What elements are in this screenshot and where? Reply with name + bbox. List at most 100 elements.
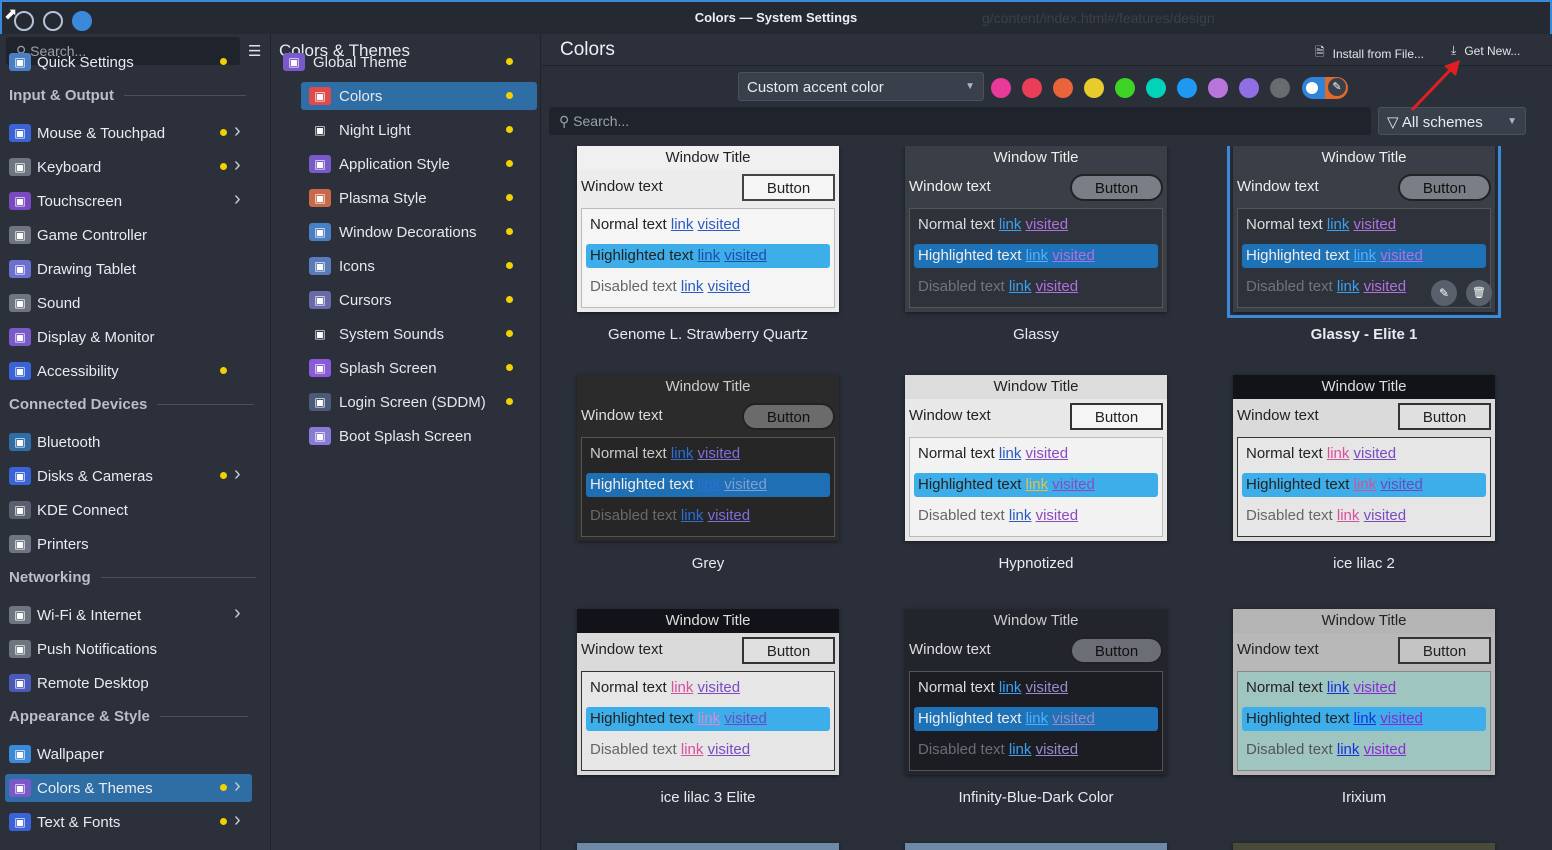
preview-view-area: Normal text link visited Highlighted text… [581,208,835,308]
accent-swatch[interactable] [1270,78,1290,98]
color-scheme-card[interactable]: Window Title Window text Button Normal text… [577,146,839,312]
sidebar-item-quick-settings[interactable]: ▣ Quick Settings [5,48,252,76]
preview-window-row: Window text Button [905,633,1167,667]
subcategory-item-label: Global Theme [313,53,407,71]
sidebar-item-keyboard[interactable]: ▣ Keyboard › [5,153,252,181]
color-scheme-card[interactable]: Window Title Window text Button Normal text… [1227,146,1501,318]
preview-link: link [1008,278,1032,295]
accent-swatch[interactable] [1177,78,1197,98]
sidebar-item-disks-cameras[interactable]: ▣ Disks & Cameras › [5,462,252,490]
annotation-arrow-icon [1410,60,1460,112]
scheme-search-input[interactable]: ⚲ Search... [549,107,1371,135]
color-scheme-card[interactable]: Window Title Window text Button Normal text… [577,375,839,541]
preview-disabled-text-line: Disabled text link visited [586,504,830,528]
subcategory-item-plasma-style[interactable]: ▣ Plasma Style [301,184,537,212]
preview-link: link [697,476,721,493]
accent-swatch[interactable] [1239,78,1259,98]
color-scheme-card[interactable]: Window Title Window text Button Normal text… [1233,375,1495,541]
edit-scheme-button[interactable]: ✎ [1431,280,1457,306]
preview-disabled-text: Disabled text [1246,278,1333,295]
get-new-button[interactable]: ⤓ Get New... [1451,43,1520,58]
sidebar-item-push-notifications[interactable]: ▣ Push Notifications [5,635,252,663]
sidebar-item-accessibility[interactable]: ▣ Accessibility [5,357,252,385]
preview-link: link [1008,507,1032,524]
sidebar-item-game-controller[interactable]: ▣ Game Controller [5,221,252,249]
accent-swatch[interactable] [1208,78,1228,98]
preview-view-area: Normal text link visited Highlighted text… [909,671,1163,771]
preview-disabled-text-line: Disabled text link visited [1242,738,1486,762]
display-icon: ▣ [9,328,31,346]
preview-button: Button [742,637,835,664]
window-title: Colors — System Settings [694,10,858,25]
sidebar-item-remote-desktop[interactable]: ▣ Remote Desktop [5,669,252,697]
subcategory-item-cursors[interactable]: ▣ Cursors [301,286,537,314]
preview-normal-text: Normal text [918,445,995,462]
subcategory-item-window-decorations[interactable]: ▣ Window Decorations [301,218,537,246]
sidebar-item-sound[interactable]: ▣ Sound [5,289,252,317]
color-picker-icon[interactable]: ✎ [1328,78,1346,96]
preview-normal-text-line: Normal text link visited [586,213,830,237]
accent-swatch[interactable] [1053,78,1073,98]
preview-view-area: Normal text link visited Highlighted text… [909,437,1163,537]
preview-disabled-text-line: Disabled text link visited [914,738,1158,762]
color-scheme-grid: Window Title Window text Button Normal text… [542,146,1552,850]
preview-normal-text-line: Normal text link visited [1242,676,1486,700]
color-scheme-card-partial[interactable] [1233,843,1495,850]
preview-window-title: Window Title [577,146,839,170]
accent-swatch[interactable] [991,78,1011,98]
color-scheme-card[interactable]: Window Title Window text Button Normal text… [577,609,839,775]
subcategory-item-system-sounds[interactable]: ▣ System Sounds [301,320,537,348]
subcategory-item-night-light[interactable]: ▣ Night Light [301,116,537,144]
preview-window-text: Window text [909,407,991,424]
sidebar-item-touchscreen[interactable]: ▣ Touchscreen › [5,187,252,215]
sidebar-item-label: Mouse & Touchpad [37,124,166,142]
color-scheme-card-partial[interactable] [905,843,1167,850]
subcategory-item-boot-splash-screen[interactable]: ▣ Boot Splash Screen [301,422,537,450]
preview-link: link [670,216,694,233]
accent-swatch[interactable] [1146,78,1166,98]
preview-highlighted-text: Highlighted text [590,710,694,727]
preview-visited-link: visited [1353,445,1397,462]
color-scheme-card[interactable]: Window Title Window text Button Normal text… [905,375,1167,541]
changed-indicator-dot [506,228,513,235]
sidebar-item-drawing-tablet[interactable]: ▣ Drawing Tablet [5,255,252,283]
sidebar-item-wallpaper[interactable]: ▣ Wallpaper [5,740,252,768]
accent-swatch[interactable] [1084,78,1104,98]
colors-themes-icon: ▣ [9,779,31,797]
sidebar-item-display-monitor[interactable]: ▣ Display & Monitor [5,323,252,351]
color-scheme-card-partial[interactable] [577,843,839,850]
custom-accent-toggle[interactable]: ✎ [1302,77,1348,99]
sidebar-item-text-fonts[interactable]: ▣ Text & Fonts › [5,808,252,836]
sidebar-item-printers[interactable]: ▣ Printers [5,530,252,558]
delete-scheme-button[interactable]: 🗑 [1466,280,1492,306]
preview-highlighted-text: Highlighted text [918,476,1022,493]
subcategory-item-login-screen-sddm[interactable]: ▣ Login Screen (SDDM) [301,388,537,416]
preview-link: link [1326,679,1350,696]
subcategory-item-application-style[interactable]: ▣ Application Style [301,150,537,178]
sidebar-item-colors-themes[interactable]: ▣ Colors & Themes › [5,774,252,802]
accent-color-select[interactable]: Custom accent color ▼ [738,72,984,101]
accessibility-icon: ▣ [9,362,31,380]
preview-visited-link: visited [707,507,751,524]
color-scheme-card[interactable]: Window Title Window text Button Normal text… [905,609,1167,775]
sidebar-item-wi-fi-internet[interactable]: ▣ Wi-Fi & Internet › [5,601,252,629]
preview-visited-link: visited [1035,741,1079,758]
chevron-down-icon: ▼ [965,81,975,92]
subcategory-item-icons[interactable]: ▣ Icons [301,252,537,280]
sidebar-heading-label: Input & Output [9,87,114,104]
color-scheme-card[interactable]: Window Title Window text Button Normal text… [905,146,1167,312]
subcategory-item-global-theme[interactable]: ▣ Global Theme [275,48,537,76]
accent-swatch[interactable] [1022,78,1042,98]
sidebar-item-label: KDE Connect [37,501,128,519]
preview-link: link [1008,741,1032,758]
color-scheme-name: Irixium [1341,789,1387,806]
preview-highlighted-text: Highlighted text [590,247,694,264]
sidebar-item-bluetooth[interactable]: ▣ Bluetooth [5,428,252,456]
subcategory-item-splash-screen[interactable]: ▣ Splash Screen [301,354,537,382]
accent-swatch[interactable] [1115,78,1135,98]
subcategory-item-colors[interactable]: ▣ Colors [301,82,537,110]
color-scheme-card[interactable]: Window Title Window text Button Normal text… [1233,609,1495,775]
sidebar-item-mouse-touchpad[interactable]: ▣ Mouse & Touchpad › [5,119,252,147]
sidebar-item-kde-connect[interactable]: ▣ KDE Connect [5,496,252,524]
cursors-icon: ▣ [309,291,331,309]
